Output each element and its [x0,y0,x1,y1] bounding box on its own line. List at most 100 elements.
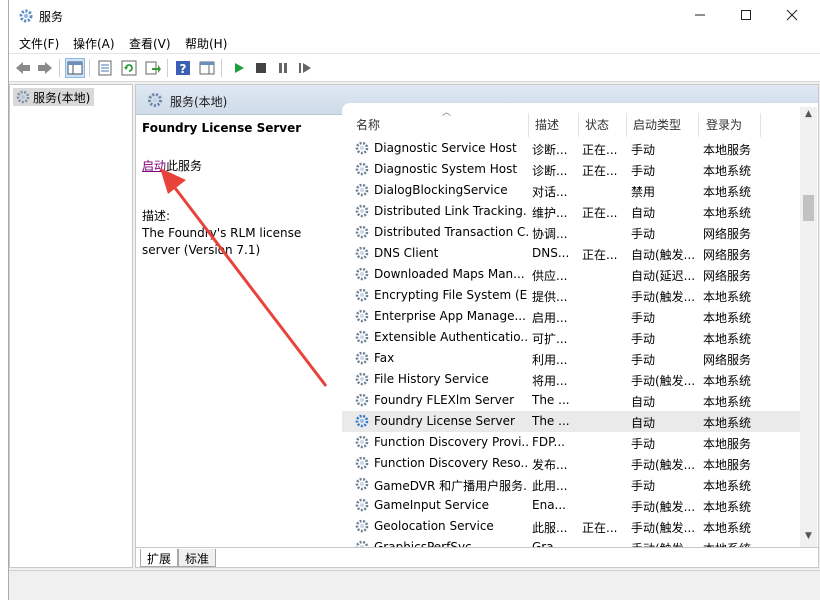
service-row[interactable]: Distributed Transaction C... 协调... 手动 网络服务 [342,222,802,243]
service-cell-desc: 诊断... [532,164,568,178]
service-gear-icon [354,413,370,429]
service-row[interactable]: File History Service 将用... 手动(触发... 本地系统 [342,369,802,390]
service-cell-logon: 本地系统 [703,164,752,178]
forward-button[interactable] [35,58,55,78]
service-cell-name: Foundry FLEXlm Server [374,393,515,407]
services-list: ︿ 名称 描述 状态 启动类型 登录为 Diagnostic Service H… [342,103,818,547]
start-service-line: 启动此服务 [142,157,202,174]
column-divider [626,113,627,137]
menu-help[interactable]: 帮助(H) [185,35,227,52]
service-gear-icon [354,140,370,156]
service-row[interactable]: Distributed Link Tracking... 维护... 正在... 自动… [342,201,802,222]
service-cell-name: GraphicsPerfSvc [374,540,472,547]
service-row[interactable]: DNS Client DNS... 正在... 自动(触发... 网络服务 [342,243,802,264]
service-row[interactable]: Downloaded Maps Man... 供应... 自动(延迟... 网络服务 [342,264,802,285]
service-row[interactable]: Fax 利用... 手动 网络服务 [342,348,802,369]
service-gear-icon [354,266,370,282]
toolbar: ? [9,54,820,82]
service-cell-desc: 对话... [532,185,568,199]
service-cell-name: Foundry License Server [374,414,515,428]
service-row[interactable]: GameDVR 和广播用户服务... 此用... 手动 本地系统 [342,474,802,495]
service-row[interactable]: Foundry License Server The ... 自动 本地系统 [342,411,802,432]
export-list-button[interactable] [143,58,163,78]
service-cell-startup: 手动 [631,437,656,451]
service-row[interactable]: GraphicsPerfSvc Gra... 手动(触发... 本地系统 [342,537,802,547]
properties-button[interactable] [95,58,115,78]
scroll-down-icon[interactable]: ▼ [800,531,817,541]
service-cell-logon: 本地服务 [703,437,752,451]
selected-service-name: Foundry License Server [142,121,302,135]
service-cell-desc: FDP... [532,435,565,449]
service-row[interactable]: Function Discovery Provi... FDP... 手动 本地服务 [342,432,802,453]
service-cell-logon: 本地系统 [703,479,752,493]
scrollbar-thumb[interactable] [803,195,814,221]
restart-service-button[interactable] [295,58,315,78]
tab-extended[interactable]: 扩展 [140,549,179,567]
service-cell-name: Function Discovery Reso... [374,456,528,470]
service-row[interactable]: Diagnostic System Host 诊断... 正在... 手动 本地系统 [342,159,802,180]
service-row[interactable]: Geolocation Service 此服... 正在... 手动(触发... 本地系… [342,516,802,537]
scroll-up-icon[interactable]: ▲ [800,109,817,119]
svg-text:?: ? [180,62,187,76]
service-cell-name: File History Service [374,372,489,386]
column-header-startup-type[interactable]: 启动类型 [633,116,681,140]
service-cell-logon: 本地服务 [703,143,752,157]
service-cell-logon: 网络服务 [703,248,752,262]
pause-service-button[interactable] [273,58,293,78]
column-header-log-on-as[interactable]: 登录为 [706,116,742,140]
help-icon: ? [176,61,190,76]
column-header-status[interactable]: 状态 [585,116,609,140]
vertical-scrollbar[interactable]: ▲ ▼ [800,107,817,547]
service-row[interactable]: Function Discovery Reso... 发布... 手动(触发... 本… [342,453,802,474]
column-header-description[interactable]: 描述 [535,116,559,140]
refresh-button[interactable] [119,58,139,78]
tab-standard[interactable]: 标准 [178,549,217,567]
service-gear-icon [354,455,370,471]
console-tree-icon [67,61,83,75]
maximize-button[interactable] [723,0,769,30]
service-row[interactable]: Encrypting File System (E... 提供... 手动(触发..… [342,285,802,306]
service-row[interactable]: GameInput Service Ena... 手动(触发... 本地系统 [342,495,802,516]
service-row[interactable]: Enterprise App Manage... 启用... 手动 本地系统 [342,306,802,327]
stop-service-button[interactable] [251,58,271,78]
service-cell-name: Diagnostic Service Host [374,141,517,155]
service-cell-startup: 自动(触发... [631,248,696,262]
service-row[interactable]: Foundry FLEXlm Server The ... 自动 本地系统 [342,390,802,411]
close-icon [786,9,798,21]
play-icon [235,63,244,73]
properties-icon [98,60,112,76]
menu-file[interactable]: 文件(F) [19,35,59,52]
toolbar-separator [221,59,222,77]
status-bar [9,570,820,600]
service-cell-startup: 手动 [631,353,656,367]
service-cell-desc: 提供... [532,290,568,304]
service-cell-status: 正在... [582,521,618,535]
service-cell-name: Encrypting File System (E... [374,288,528,302]
horizontal-scrollbar[interactable] [9,573,820,591]
service-cell-startup: 手动(触发... [631,374,696,388]
menu-view[interactable]: 查看(V) [129,35,171,52]
services-gear-icon [19,9,33,23]
menu-action[interactable]: 操作(A) [73,35,115,52]
service-cell-name: Diagnostic System Host [374,162,518,176]
close-button[interactable] [769,0,815,30]
column-header-name[interactable]: 名称 [356,116,380,140]
service-cell-name: Downloaded Maps Man... [374,267,525,281]
service-cell-desc: 启用... [532,311,568,325]
service-row[interactable]: Diagnostic Service Host 诊断... 正在... 手动 本地服务 [342,138,802,159]
help-button[interactable]: ? [173,58,193,78]
service-cell-desc: 协调... [532,227,568,241]
minimize-button[interactable] [677,0,723,30]
service-gear-icon [354,182,370,198]
service-row[interactable]: Extensible Authenticatio... 可扩... 手动 本地系统 [342,327,802,348]
description-label: 描述: [142,209,171,223]
service-cell-startup: 手动(触发... [631,500,696,514]
tree-item-services-local[interactable]: 服务(本地) [13,88,95,106]
show-action-pane-button[interactable] [197,58,217,78]
show-console-tree-button[interactable] [65,58,85,78]
service-row[interactable]: DialogBlockingService 对话... 禁用 本地系统 [342,180,802,201]
back-button[interactable] [13,58,33,78]
start-service-button[interactable] [229,58,249,78]
service-cell-startup: 手动(触发... [631,290,696,304]
start-service-link[interactable]: 启动 [142,159,166,173]
